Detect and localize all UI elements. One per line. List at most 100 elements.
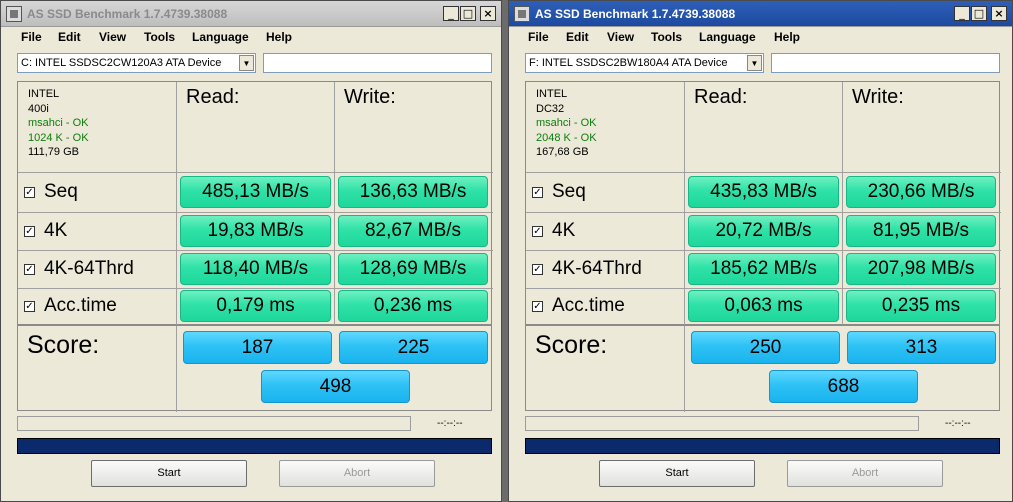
score-total: 498 [261, 370, 410, 403]
menu-language[interactable]: Language [192, 30, 249, 44]
4k64-write-value: 207,98 MB/s [846, 253, 996, 285]
close-icon[interactable]: × [991, 6, 1007, 21]
abort-button[interactable]: Abort [279, 460, 435, 487]
benchmark-window-left: AS SSD Benchmark 1.7.4739.38088 _ □ × Fi… [0, 0, 502, 502]
title-bar[interactable]: AS SSD Benchmark 1.7.4739.38088 _ □ × [1, 1, 501, 27]
app-icon [514, 6, 530, 22]
test-4k-64thrd[interactable]: ✓ 4K-64Thrd [532, 250, 642, 288]
window-title: AS SSD Benchmark 1.7.4739.38088 [27, 7, 228, 21]
results-panel: INTEL 400i msahci - OK 1024 K - OK 111,7… [17, 81, 493, 326]
test-4k[interactable]: ✓ 4K [24, 212, 67, 250]
menu-tools[interactable]: Tools [651, 30, 682, 44]
checkbox-checked-icon[interactable]: ✓ [532, 263, 543, 275]
minimize-icon[interactable]: _ [954, 6, 970, 21]
score-label: Score: [27, 331, 100, 359]
maximize-icon[interactable]: □ [460, 6, 476, 21]
menu-bar: File Edit View Tools Language Help [509, 27, 1012, 47]
menu-bar: File Edit View Tools Language Help [1, 27, 501, 47]
drive-select-value: C: INTEL SSDSC2CW120A3 ATA Device [21, 57, 222, 69]
read-header: Read: [694, 86, 748, 108]
4k64-write-value: 128,69 MB/s [338, 253, 488, 285]
score-write: 313 [847, 331, 996, 364]
drive-vendor: INTEL [28, 88, 60, 100]
status-bar [17, 438, 492, 454]
results-panel: INTEL DC32 msahci - OK 2048 K - OK 167,6… [525, 81, 1001, 326]
checkbox-checked-icon[interactable]: ✓ [24, 225, 35, 237]
title-bar[interactable]: AS SSD Benchmark 1.7.4739.38088 _ □ × [509, 1, 1012, 27]
write-header: Write: [344, 86, 396, 108]
benchmark-window-right: AS SSD Benchmark 1.7.4739.38088 _ □ × Fi… [508, 0, 1013, 502]
chevron-down-icon[interactable]: ▼ [239, 55, 254, 71]
drive-size: 111,79 GB [28, 146, 79, 158]
test-acc-time[interactable]: ✓ Acc.time [532, 287, 625, 325]
test-seq[interactable]: ✓ Seq [532, 173, 586, 211]
elapsed-time: --:--:-- [945, 418, 971, 429]
write-header: Write: [852, 86, 904, 108]
4k-read-value: 19,83 MB/s [180, 215, 331, 247]
4k-read-value: 20,72 MB/s [688, 215, 839, 247]
score-write: 225 [339, 331, 488, 364]
test-label: Acc.time [552, 295, 625, 316]
menu-view[interactable]: View [99, 30, 126, 44]
alignment-status: 2048 K - OK [536, 131, 597, 144]
menu-edit[interactable]: Edit [566, 30, 589, 44]
score-total: 688 [769, 370, 918, 403]
4k-write-value: 81,95 MB/s [846, 215, 996, 247]
seq-write-value: 136,63 MB/s [338, 176, 488, 208]
drive-info-field [771, 53, 1000, 73]
menu-help[interactable]: Help [774, 30, 800, 44]
menu-view[interactable]: View [607, 30, 634, 44]
seq-read-value: 485,13 MB/s [180, 176, 331, 208]
test-label: 4K-64Thrd [552, 258, 642, 279]
test-acc-time[interactable]: ✓ Acc.time [24, 287, 117, 325]
start-button[interactable]: Start [599, 460, 755, 487]
checkbox-checked-icon[interactable]: ✓ [24, 186, 35, 198]
menu-help[interactable]: Help [266, 30, 292, 44]
drive-size: 167,68 GB [536, 146, 589, 158]
score-label: Score: [535, 331, 608, 359]
menu-language[interactable]: Language [699, 30, 756, 44]
minimize-icon[interactable]: _ [443, 6, 459, 21]
drive-model: 400i [28, 102, 49, 115]
menu-tools[interactable]: Tools [144, 30, 175, 44]
menu-file[interactable]: File [528, 30, 549, 44]
seq-write-value: 230,66 MB/s [846, 176, 996, 208]
acctime-write-value: 0,235 ms [846, 290, 996, 322]
drive-info: INTEL DC32 msahci - OK 2048 K - OK 167,6… [536, 87, 597, 160]
checkbox-checked-icon[interactable]: ✓ [24, 300, 35, 312]
close-icon[interactable]: × [480, 6, 496, 21]
checkbox-checked-icon[interactable]: ✓ [532, 186, 543, 198]
menu-file[interactable]: File [21, 30, 42, 44]
checkbox-checked-icon[interactable]: ✓ [532, 225, 543, 237]
test-4k-64thrd[interactable]: ✓ 4K-64Thrd [24, 250, 134, 288]
test-label: Seq [552, 181, 586, 202]
test-label: 4K-64Thrd [44, 258, 134, 279]
elapsed-time: --:--:-- [437, 418, 463, 429]
window-title: AS SSD Benchmark 1.7.4739.38088 [535, 7, 736, 21]
test-label: 4K [552, 220, 576, 241]
chevron-down-icon[interactable]: ▼ [747, 55, 762, 71]
checkbox-checked-icon[interactable]: ✓ [24, 263, 35, 275]
4k64-read-value: 118,40 MB/s [180, 253, 331, 285]
test-label: Seq [44, 181, 78, 202]
test-4k[interactable]: ✓ 4K [532, 212, 575, 250]
seq-read-value: 435,83 MB/s [688, 176, 839, 208]
test-label: Acc.time [44, 295, 117, 316]
acctime-read-value: 0,179 ms [180, 290, 331, 322]
driver-status: msahci - OK [28, 117, 89, 129]
drive-select[interactable]: C: INTEL SSDSC2CW120A3 ATA Device ▼ [17, 53, 256, 73]
menu-edit[interactable]: Edit [58, 30, 81, 44]
acctime-read-value: 0,063 ms [688, 290, 839, 322]
maximize-icon[interactable]: □ [971, 6, 987, 21]
start-button[interactable]: Start [91, 460, 247, 487]
4k-write-value: 82,67 MB/s [338, 215, 488, 247]
4k64-read-value: 185,62 MB/s [688, 253, 839, 285]
abort-button[interactable]: Abort [787, 460, 943, 487]
checkbox-checked-icon[interactable]: ✓ [532, 300, 543, 312]
score-read: 187 [183, 331, 332, 364]
drive-info-field [263, 53, 492, 73]
score-read: 250 [691, 331, 840, 364]
drive-select[interactable]: F: INTEL SSDSC2BW180A4 ATA Device ▼ [525, 53, 764, 73]
drive-select-value: F: INTEL SSDSC2BW180A4 ATA Device [529, 57, 728, 69]
test-seq[interactable]: ✓ Seq [24, 173, 78, 211]
